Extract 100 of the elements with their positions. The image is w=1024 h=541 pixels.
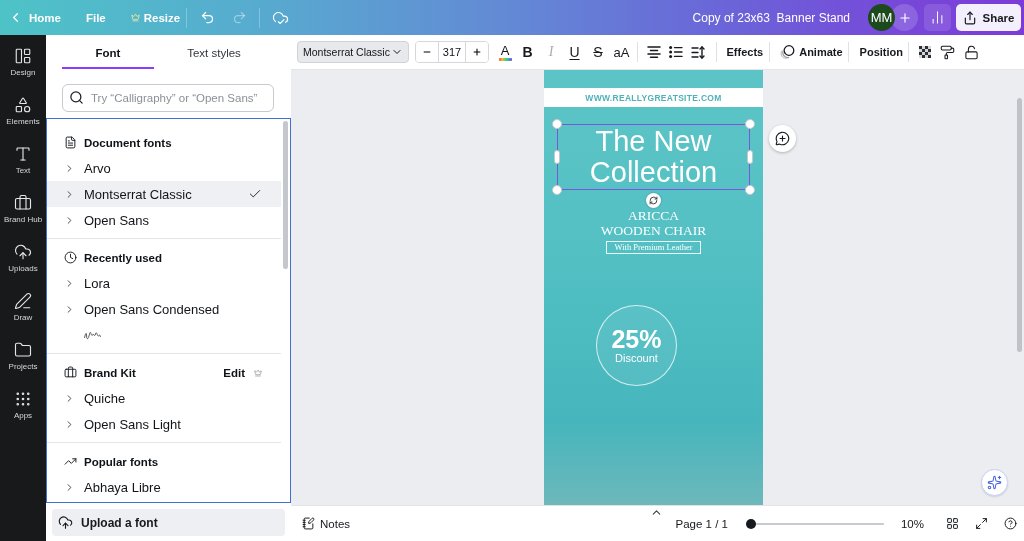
- resize-handle[interactable]: [552, 185, 562, 195]
- sidebar-item[interactable]: Text: [0, 135, 46, 184]
- notes-button[interactable]: Notes: [302, 511, 351, 536]
- font-list-item[interactable]: Open Sans Light: [47, 411, 281, 437]
- discount-label: Discount: [615, 352, 658, 365]
- resize-handle[interactable]: [747, 150, 753, 164]
- panel-tab[interactable]: Text styles: [168, 35, 260, 69]
- font-dropdown[interactable]: Montserrat Classic: [297, 41, 409, 63]
- format-button[interactable]: U: [563, 40, 586, 64]
- section-heading: Document fonts: [84, 136, 172, 149]
- shapes-icon: [14, 95, 32, 114]
- clock-icon: [64, 251, 77, 264]
- grid-view-icon[interactable]: [946, 517, 959, 530]
- resize-handle[interactable]: [745, 185, 755, 195]
- discount-value: 25%: [611, 326, 662, 352]
- cloud-check-icon[interactable]: [272, 9, 290, 26]
- animate-icon: [780, 45, 796, 59]
- rotate-icon[interactable]: [646, 193, 661, 208]
- sidebar-item[interactable]: Uploads: [0, 233, 46, 282]
- panel-tab[interactable]: Font: [62, 35, 154, 69]
- text-icon: [14, 144, 32, 163]
- font-list-item[interactable]: Abhaya Libre: [47, 474, 281, 500]
- help-icon[interactable]: [1004, 517, 1017, 530]
- briefcase-icon: [14, 193, 32, 212]
- fullscreen-icon[interactable]: [975, 517, 988, 530]
- font-list-item[interactable]: Arvo: [47, 155, 281, 181]
- sidebar-item[interactable]: Design: [0, 37, 46, 86]
- pen-icon: [14, 291, 32, 310]
- font-list-item[interactable]: Montserrat Classic: [47, 181, 281, 207]
- font-list-item[interactable]: Open Sans: [47, 207, 281, 233]
- zoom-slider-thumb[interactable]: [745, 518, 756, 529]
- layout-icon: [14, 46, 32, 65]
- crown-icon: [130, 13, 140, 22]
- section-heading: Recently used: [84, 251, 162, 264]
- sidebar-item[interactable]: Brand Hub: [0, 184, 46, 233]
- notes-icon: [302, 517, 315, 530]
- product-title: ARICCA: [628, 208, 679, 223]
- position-button[interactable]: Position: [859, 40, 903, 64]
- trending-up-icon: [64, 455, 77, 468]
- scrollbar-thumb[interactable]: [283, 121, 288, 269]
- color-bar-icon: [498, 57, 512, 61]
- plus-icon: [472, 47, 482, 57]
- text-color-button[interactable]: A: [495, 40, 515, 64]
- briefcase-icon: [64, 366, 77, 379]
- cloud-upload-icon: [14, 242, 32, 261]
- cloud-upload-icon: [58, 515, 73, 530]
- tagline-text: With Premium Leather: [606, 241, 701, 254]
- sidebar-item[interactable]: Draw: [0, 282, 46, 331]
- magic-assistant-button[interactable]: [981, 469, 1008, 496]
- transparency-icon[interactable]: [919, 46, 931, 58]
- product-title: WOODEN CHAIR: [600, 223, 707, 238]
- sidebar-item[interactable]: Projects: [0, 331, 46, 380]
- animate-button[interactable]: Animate: [780, 40, 843, 64]
- font-list-item[interactable]: Quiche: [47, 385, 281, 411]
- edit-button[interactable]: Edit: [223, 366, 245, 379]
- sparkles-icon: [987, 475, 1002, 490]
- unlock-icon[interactable]: [964, 44, 979, 60]
- comment-plus-icon: [775, 131, 790, 146]
- format-button[interactable]: B: [516, 40, 539, 64]
- format-button[interactable]: aA: [610, 40, 633, 64]
- website-text: WWW.REALLYGREATSITE.COM: [585, 92, 722, 103]
- dots-grid-icon: [14, 389, 32, 408]
- bar-chart-icon: [930, 10, 945, 25]
- folder-icon: [14, 340, 32, 359]
- section-heading: Popular fonts: [84, 455, 159, 468]
- line-spacing-icon[interactable]: [690, 45, 705, 59]
- section-heading: Brand Kit: [84, 366, 136, 379]
- share-button[interactable]: Share: [956, 4, 1021, 31]
- zoom-slider[interactable]: [745, 517, 884, 530]
- font-size-field[interactable]: 317: [438, 42, 466, 62]
- resize-handle[interactable]: [554, 150, 560, 164]
- add-collaborator-button[interactable]: [891, 4, 918, 31]
- upload-font-button[interactable]: Upload a font: [52, 509, 285, 536]
- plus-icon: [897, 10, 912, 25]
- sidebar-item[interactable]: Elements: [0, 86, 46, 135]
- zoom-percentage: 10%: [900, 517, 924, 530]
- align-center-icon[interactable]: [646, 46, 661, 58]
- document-title: Copy of 23x63 Banner Stand: [692, 10, 850, 25]
- sidebar-item[interactable]: Apps: [0, 380, 46, 429]
- font-list-item[interactable]: Lora: [47, 270, 281, 296]
- share-icon: [962, 10, 977, 25]
- resize-handle[interactable]: [552, 119, 562, 129]
- user-avatar[interactable]: MM: [868, 4, 895, 31]
- script-sample-icon: [84, 330, 101, 340]
- undo-icon[interactable]: [200, 10, 216, 25]
- scrollbar-thumb[interactable]: [1017, 98, 1022, 352]
- bulleted-list-icon[interactable]: [668, 46, 683, 58]
- crown-icon: [254, 368, 262, 377]
- document-icon: [64, 136, 77, 149]
- search-icon: [69, 90, 84, 105]
- format-button[interactable]: S: [587, 40, 609, 64]
- search-field[interactable]: Try “Calligraphy” or “Open Sans”: [62, 84, 274, 112]
- resize-handle[interactable]: [745, 119, 755, 129]
- font-list-item[interactable]: Open Sans Condensed: [47, 296, 281, 322]
- page-indicator: Page 1 / 1: [675, 517, 728, 530]
- checkmark-icon: [248, 187, 262, 201]
- paint-roller-icon[interactable]: [940, 44, 955, 60]
- add-comment-button[interactable]: [769, 125, 796, 152]
- insights-button[interactable]: [924, 4, 951, 31]
- effects-button[interactable]: Effects: [726, 40, 764, 64]
